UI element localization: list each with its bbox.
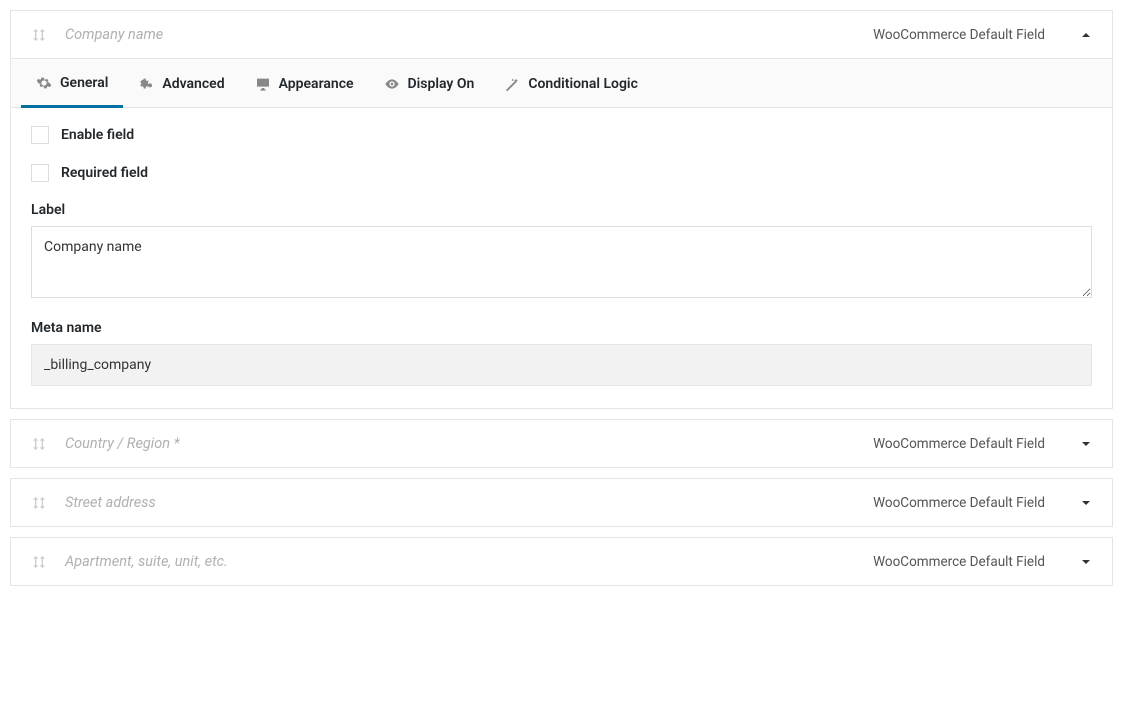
- enable-field-row: Enable field: [31, 126, 1092, 144]
- field-type-label: WooCommerce Default Field: [873, 27, 1045, 43]
- tab-label: Conditional Logic: [528, 76, 638, 92]
- tab-display-on[interactable]: Display On: [369, 59, 490, 107]
- field-title: Apartment, suite, unit, etc.: [65, 553, 873, 570]
- tab-label: Appearance: [279, 76, 354, 92]
- field-header-street-address[interactable]: Street address WooCommerce Default Field: [11, 479, 1112, 526]
- field-type-label: WooCommerce Default Field: [873, 436, 1045, 452]
- gear-icon: [36, 75, 52, 91]
- tab-appearance[interactable]: Appearance: [240, 59, 369, 107]
- field-type-label: WooCommerce Default Field: [873, 495, 1045, 511]
- field-card-apartment: Apartment, suite, unit, etc. WooCommerce…: [10, 537, 1113, 586]
- field-title: Company name: [65, 26, 873, 43]
- field-card-street-address: Street address WooCommerce Default Field: [10, 478, 1113, 527]
- meta-name-label: Meta name: [31, 320, 1092, 336]
- field-header-country-region[interactable]: Country / Region * WooCommerce Default F…: [11, 420, 1112, 467]
- field-card-country-region: Country / Region * WooCommerce Default F…: [10, 419, 1113, 468]
- required-field-label: Required field: [61, 165, 148, 181]
- field-title: Street address: [65, 494, 873, 511]
- tabs-bar: General Advanced Appearance Display On C…: [11, 58, 1112, 108]
- drag-icon[interactable]: [31, 436, 47, 452]
- eye-icon: [384, 76, 400, 92]
- label-group: Label: [31, 202, 1092, 302]
- tab-general[interactable]: General: [21, 59, 123, 108]
- monitor-icon: [255, 76, 271, 92]
- required-field-row: Required field: [31, 164, 1092, 182]
- label-field-label: Label: [31, 202, 1092, 218]
- field-header-company-name[interactable]: Company name WooCommerce Default Field: [11, 11, 1112, 58]
- drag-icon[interactable]: [31, 495, 47, 511]
- required-field-checkbox[interactable]: [31, 164, 49, 182]
- tab-advanced[interactable]: Advanced: [123, 59, 239, 107]
- tab-label: General: [60, 75, 108, 91]
- drag-icon[interactable]: [31, 27, 47, 43]
- meta-name-group: Meta name _billing_company: [31, 320, 1092, 386]
- expand-icon[interactable]: [1080, 497, 1092, 509]
- enable-field-label: Enable field: [61, 127, 134, 143]
- tab-conditional-logic[interactable]: Conditional Logic: [489, 59, 653, 107]
- field-header-apartment[interactable]: Apartment, suite, unit, etc. WooCommerce…: [11, 538, 1112, 585]
- gears-icon: [138, 76, 154, 92]
- wand-icon: [504, 76, 520, 92]
- label-input[interactable]: [31, 226, 1092, 298]
- panel-body: Enable field Required field Label Meta n…: [11, 108, 1112, 408]
- field-type-label: WooCommerce Default Field: [873, 554, 1045, 570]
- meta-name-input: _billing_company: [31, 344, 1092, 386]
- drag-icon[interactable]: [31, 554, 47, 570]
- field-title: Country / Region *: [65, 435, 873, 452]
- expand-icon[interactable]: [1080, 438, 1092, 450]
- tab-label: Display On: [408, 76, 475, 92]
- tab-label: Advanced: [162, 76, 224, 92]
- expand-icon[interactable]: [1080, 556, 1092, 568]
- enable-field-checkbox[interactable]: [31, 126, 49, 144]
- field-card-company-name: Company name WooCommerce Default Field G…: [10, 10, 1113, 409]
- collapse-icon[interactable]: [1080, 29, 1092, 41]
